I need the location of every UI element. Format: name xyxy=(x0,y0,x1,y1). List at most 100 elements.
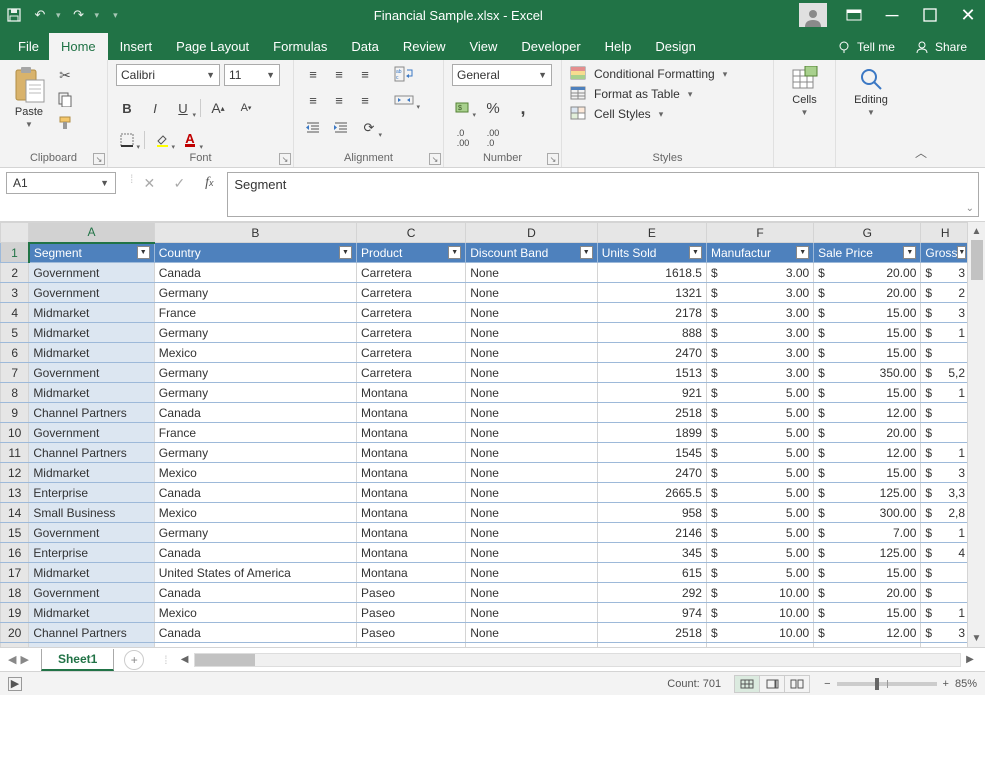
filter-button[interactable]: ▼ xyxy=(796,246,809,259)
cell[interactable]: $15.00 xyxy=(814,303,921,323)
cell[interactable]: Canada xyxy=(154,623,356,643)
cell[interactable]: 2470 xyxy=(597,463,706,483)
cell[interactable]: Mexico xyxy=(154,603,356,623)
tab-home[interactable]: Home xyxy=(49,33,108,60)
cancel-formula-button[interactable]: ✕ xyxy=(135,172,163,194)
cell[interactable]: $15.00 xyxy=(814,343,921,363)
cell[interactable]: $ xyxy=(921,343,967,363)
row-header[interactable]: 3 xyxy=(1,283,29,303)
cell[interactable]: $20.00 xyxy=(814,263,921,283)
format-painter-icon[interactable] xyxy=(56,114,74,132)
increase-indent-button[interactable] xyxy=(330,118,352,138)
table-header-cell[interactable]: Discount Band▼ xyxy=(466,243,597,263)
tab-page-layout[interactable]: Page Layout xyxy=(164,33,261,60)
normal-view-button[interactable] xyxy=(734,675,760,693)
cell[interactable]: Government xyxy=(29,363,154,383)
row-header[interactable]: 6 xyxy=(1,343,29,363)
column-header-H[interactable]: H xyxy=(921,223,967,243)
cell[interactable]: Carretera xyxy=(357,303,466,323)
row-header[interactable]: 12 xyxy=(1,463,29,483)
macro-record-icon[interactable]: ▶ xyxy=(8,677,22,691)
tab-view[interactable]: View xyxy=(457,33,509,60)
cell[interactable]: Montana xyxy=(357,403,466,423)
scroll-right-icon[interactable]: ▶ xyxy=(961,654,979,665)
cell[interactable]: Montana xyxy=(357,463,466,483)
cell[interactable]: Montana xyxy=(357,443,466,463)
cell[interactable]: 888 xyxy=(597,323,706,343)
cell[interactable]: None xyxy=(466,283,597,303)
cell[interactable]: $12.00 xyxy=(814,403,921,423)
cell[interactable]: None xyxy=(466,323,597,343)
cell[interactable]: $350.00 xyxy=(814,363,921,383)
align-right-button[interactable]: ≡ xyxy=(354,90,376,110)
cell[interactable]: Channel Partners xyxy=(29,623,154,643)
expand-formula-icon[interactable]: ⌄ xyxy=(966,203,974,214)
scroll-thumb[interactable] xyxy=(195,654,255,666)
cell[interactable]: France xyxy=(154,303,356,323)
cell[interactable]: None xyxy=(466,563,597,583)
cell[interactable]: $3.00 xyxy=(706,263,813,283)
align-top-button[interactable]: ≡ xyxy=(302,64,324,84)
cell[interactable]: $3 xyxy=(921,263,967,283)
cell[interactable]: 1513 xyxy=(597,363,706,383)
cell[interactable]: Small Business xyxy=(29,503,154,523)
scroll-left-icon[interactable]: ◀ xyxy=(176,654,194,665)
share-button[interactable]: Share xyxy=(905,34,977,60)
cell[interactable]: $12.00 xyxy=(814,623,921,643)
cell[interactable]: Enterprise xyxy=(29,483,154,503)
row-header[interactable]: 8 xyxy=(1,383,29,403)
accounting-format-button[interactable]: $▾ xyxy=(452,98,474,118)
cell[interactable]: None xyxy=(466,523,597,543)
font-name-combo[interactable]: Calibri▼ xyxy=(116,64,220,86)
cell[interactable]: Midmarket xyxy=(29,603,154,623)
cell[interactable]: $ xyxy=(921,583,967,603)
dialog-launcher-icon[interactable]: ↘ xyxy=(547,153,559,165)
save-icon[interactable] xyxy=(6,7,22,23)
tab-formulas[interactable]: Formulas xyxy=(261,33,339,60)
cell[interactable]: $5,2 xyxy=(921,363,967,383)
table-header-cell[interactable]: Units Sold▼ xyxy=(597,243,706,263)
align-middle-button[interactable]: ≡ xyxy=(328,64,350,84)
cell[interactable]: Mexico xyxy=(154,463,356,483)
cell[interactable]: $3 xyxy=(921,303,967,323)
redo-icon[interactable]: ↷ xyxy=(71,7,87,23)
table-header-cell[interactable]: Country▼ xyxy=(154,243,356,263)
cell[interactable]: Montana xyxy=(357,543,466,563)
cell[interactable]: 2178 xyxy=(597,303,706,323)
cell[interactable]: None xyxy=(466,603,597,623)
cell[interactable]: $5.00 xyxy=(706,403,813,423)
cell[interactable]: $1 xyxy=(921,603,967,623)
row-header[interactable]: 2 xyxy=(1,263,29,283)
cell[interactable]: Paseo xyxy=(357,603,466,623)
cell[interactable]: Government xyxy=(29,263,154,283)
cell[interactable]: None xyxy=(466,263,597,283)
cell[interactable]: $15.00 xyxy=(814,603,921,623)
cell[interactable]: $5.00 xyxy=(706,483,813,503)
cell[interactable]: $5.00 xyxy=(706,463,813,483)
insert-function-button[interactable]: fx xyxy=(195,172,223,194)
cell[interactable]: Carretera xyxy=(357,343,466,363)
increase-decimal-button[interactable]: .0.00 xyxy=(452,128,474,148)
row-header[interactable]: 1 xyxy=(1,243,29,263)
zoom-out-button[interactable]: − xyxy=(824,678,830,690)
row-header[interactable]: 14 xyxy=(1,503,29,523)
column-header-B[interactable]: B xyxy=(154,223,356,243)
cell[interactable]: Midmarket xyxy=(29,463,154,483)
align-left-button[interactable]: ≡ xyxy=(302,90,324,110)
cell[interactable]: $1 xyxy=(921,523,967,543)
cell[interactable]: Montana xyxy=(357,423,466,443)
grow-font-button[interactable]: A▴ xyxy=(207,98,229,118)
name-box[interactable]: A1▼ xyxy=(6,172,116,194)
row-header[interactable]: 13 xyxy=(1,483,29,503)
cell[interactable]: United States of America xyxy=(154,563,356,583)
cell[interactable]: Montana xyxy=(357,383,466,403)
cell[interactable]: Government xyxy=(29,583,154,603)
paste-button[interactable]: Paste ▼ xyxy=(8,64,50,131)
cell[interactable]: None xyxy=(466,643,597,648)
cell[interactable]: 2146 xyxy=(597,523,706,543)
cell[interactable]: Canada xyxy=(154,403,356,423)
cell[interactable]: None xyxy=(466,483,597,503)
cell[interactable]: Canada xyxy=(154,483,356,503)
format-as-table-button[interactable]: Format as Table▾ xyxy=(570,86,727,102)
decrease-indent-button[interactable] xyxy=(302,118,324,138)
